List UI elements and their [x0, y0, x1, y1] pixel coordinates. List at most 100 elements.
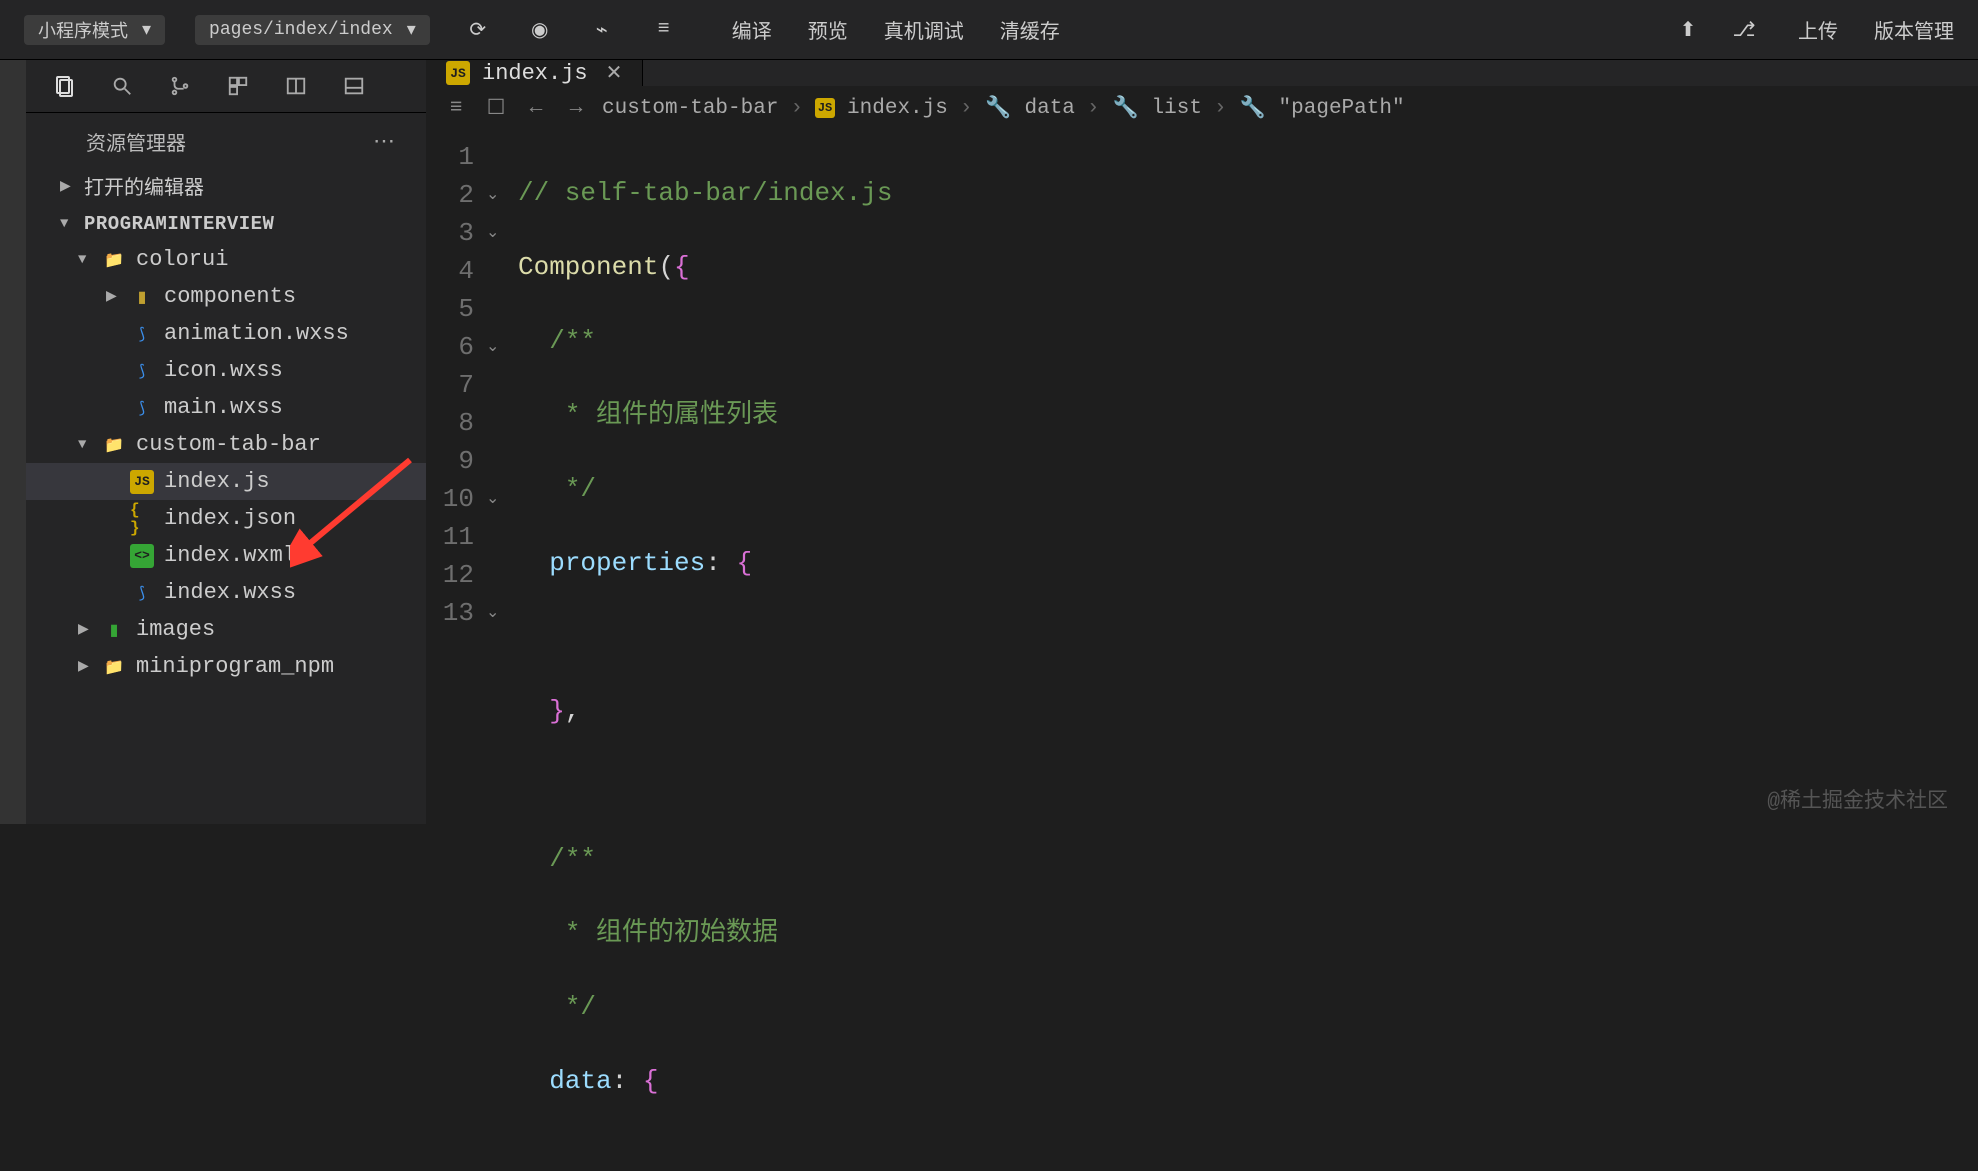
js-icon: JS	[815, 98, 835, 118]
list-icon[interactable]: ≡	[442, 94, 470, 122]
tab-index-js[interactable]: JS index.js ✕	[426, 60, 643, 86]
project-section[interactable]: ▼ PROGRAMINTERVIEW	[26, 207, 426, 241]
folder-icon: ▮	[102, 618, 126, 642]
chevron-right-icon: ›	[1214, 97, 1227, 120]
upload-button[interactable]: 上传	[1798, 15, 1838, 45]
toolbar: 小程序模式 ▾ pages/index/index ▾ ⟳ ◉ ⌁ ≡ 编译 预…	[0, 0, 1978, 60]
folder-icon: 📁	[102, 248, 126, 272]
folder-label: components	[164, 284, 296, 309]
wxml-icon: <>	[130, 544, 154, 568]
files-icon[interactable]	[50, 72, 78, 100]
close-icon[interactable]: ✕	[606, 60, 623, 86]
file-label: main.wxss	[164, 395, 283, 420]
file-label: index.js	[164, 469, 270, 494]
tree-file[interactable]: ⟆ main.wxss	[26, 389, 426, 426]
extensions-icon[interactable]	[224, 72, 252, 100]
folder-icon: 📁	[102, 655, 126, 679]
line-gutter: 12345678910111213	[426, 138, 486, 1171]
code-content[interactable]: // self-tab-bar/index.js Component({ /**…	[510, 138, 1978, 1171]
tree-folder-components[interactable]: ▶ ▮ components	[26, 278, 426, 315]
clear-cache-button[interactable]: 清缓存	[1000, 15, 1060, 45]
upload-icon[interactable]: ⬆	[1670, 12, 1706, 48]
sidebar: 资源管理器 ⋯ ▶ 打开的编辑器 ▼ PROGRAMINTERVIEW ▼ 📁 …	[26, 60, 426, 824]
js-icon: JS	[446, 61, 470, 85]
breadcrumb: ≡ ☐ ← → custom-tab-bar › JS index.js › 🔧…	[426, 86, 1978, 130]
tree-folder-images[interactable]: ▶ ▮ images	[26, 611, 426, 648]
tree-file[interactable]: ⟆ animation.wxss	[26, 315, 426, 352]
search-icon[interactable]	[108, 72, 136, 100]
chevron-down-icon: ▾	[142, 19, 151, 41]
stack-icon[interactable]: ≡	[646, 12, 682, 48]
tab-label: index.js	[482, 61, 588, 86]
section-label: 打开的编辑器	[84, 171, 204, 201]
wxss-icon: ⟆	[130, 359, 154, 383]
file-label: index.wxss	[164, 580, 296, 605]
json-icon: { }	[130, 507, 154, 531]
breadcrumb-item[interactable]: custom-tab-bar	[602, 97, 778, 120]
more-icon[interactable]: ⋯	[373, 129, 398, 155]
caret-right-icon: ▶	[78, 658, 92, 675]
toolbar-right: ⬆ ⎇ 上传 版本管理	[1670, 12, 1954, 48]
debug-icon[interactable]: ⌁	[584, 12, 620, 48]
js-icon: JS	[130, 470, 154, 494]
open-editors-section[interactable]: ▶ 打开的编辑器	[26, 165, 426, 207]
wxss-icon: ⟆	[130, 581, 154, 605]
compile-button[interactable]: 编译	[732, 15, 772, 45]
tree-folder-custom-tab-bar[interactable]: ▼ 📁 custom-tab-bar	[26, 426, 426, 463]
toolbar-icons: ⟳ ◉ ⌁ ≡	[460, 12, 682, 48]
wrench-icon: 🔧	[1112, 94, 1140, 122]
branch-icon[interactable]: ⎇	[1726, 12, 1762, 48]
folder-label: colorui	[136, 247, 228, 272]
forward-icon[interactable]: →	[562, 94, 590, 122]
project-label: PROGRAMINTERVIEW	[84, 213, 274, 235]
tree-file[interactable]: ⟆ icon.wxss	[26, 352, 426, 389]
caret-right-icon: ▶	[106, 288, 120, 305]
mode-label: 小程序模式	[38, 17, 128, 43]
tree-folder-miniprogram-npm[interactable]: ▶ 📁 miniprogram_npm	[26, 648, 426, 685]
tab-bar: JS index.js ✕	[426, 60, 1978, 86]
eye-icon[interactable]: ◉	[522, 12, 558, 48]
editor: JS index.js ✕ ≡ ☐ ← → custom-tab-bar › J…	[426, 60, 1978, 824]
caret-down-icon: ▼	[60, 216, 74, 232]
breadcrumb-item[interactable]: index.js	[847, 97, 948, 120]
wxss-icon: ⟆	[130, 396, 154, 420]
fold-gutter: ⌄⌄⌄⌄⌄	[486, 138, 510, 1171]
chevron-down-icon: ▾	[407, 19, 416, 41]
file-label: animation.wxss	[164, 321, 349, 346]
activity-bar	[0, 60, 26, 824]
caret-right-icon: ▶	[60, 178, 74, 195]
breadcrumb-item[interactable]: list	[1152, 97, 1202, 120]
watermark: @稀土掘金技术社区	[1767, 784, 1948, 814]
tree-file-index-json[interactable]: { } index.json	[26, 500, 426, 537]
code-area[interactable]: 12345678910111213 ⌄⌄⌄⌄⌄ // self-tab-bar/…	[426, 130, 1978, 1171]
back-icon[interactable]: ←	[522, 94, 550, 122]
toolbar-center: 编译 预览 真机调试 清缓存	[732, 15, 1060, 45]
version-manage-button[interactable]: 版本管理	[1874, 15, 1954, 45]
tree-file-index-wxss[interactable]: ⟆ index.wxss	[26, 574, 426, 611]
page-label: pages/index/index	[209, 20, 393, 40]
bookmark-icon[interactable]: ☐	[482, 94, 510, 122]
tree-file-index-wxml[interactable]: <> index.wxml	[26, 537, 426, 574]
file-label: icon.wxss	[164, 358, 283, 383]
refresh-icon[interactable]: ⟳	[460, 12, 496, 48]
breadcrumb-item[interactable]: data	[1024, 97, 1074, 120]
folder-icon: 📁	[102, 433, 126, 457]
wrench-icon: 🔧	[984, 94, 1012, 122]
folder-label: custom-tab-bar	[136, 432, 321, 457]
breadcrumb-item[interactable]: "pagePath"	[1279, 97, 1405, 120]
source-control-icon[interactable]	[166, 72, 194, 100]
chevron-right-icon: ›	[790, 97, 803, 120]
remote-debug-button[interactable]: 真机调试	[884, 15, 964, 45]
panel-icon[interactable]	[340, 72, 368, 100]
split-icon[interactable]	[282, 72, 310, 100]
page-dropdown[interactable]: pages/index/index ▾	[195, 15, 430, 45]
chevron-right-icon: ›	[1087, 97, 1100, 120]
file-label: index.wxml	[164, 543, 296, 568]
preview-button[interactable]: 预览	[808, 15, 848, 45]
caret-down-icon: ▼	[78, 437, 92, 453]
folder-label: images	[136, 617, 215, 642]
mode-dropdown[interactable]: 小程序模式 ▾	[24, 15, 165, 45]
folder-icon: ▮	[130, 285, 154, 309]
tree-file-index-js[interactable]: JS index.js	[26, 463, 426, 500]
tree-folder-colorui[interactable]: ▼ 📁 colorui	[26, 241, 426, 278]
